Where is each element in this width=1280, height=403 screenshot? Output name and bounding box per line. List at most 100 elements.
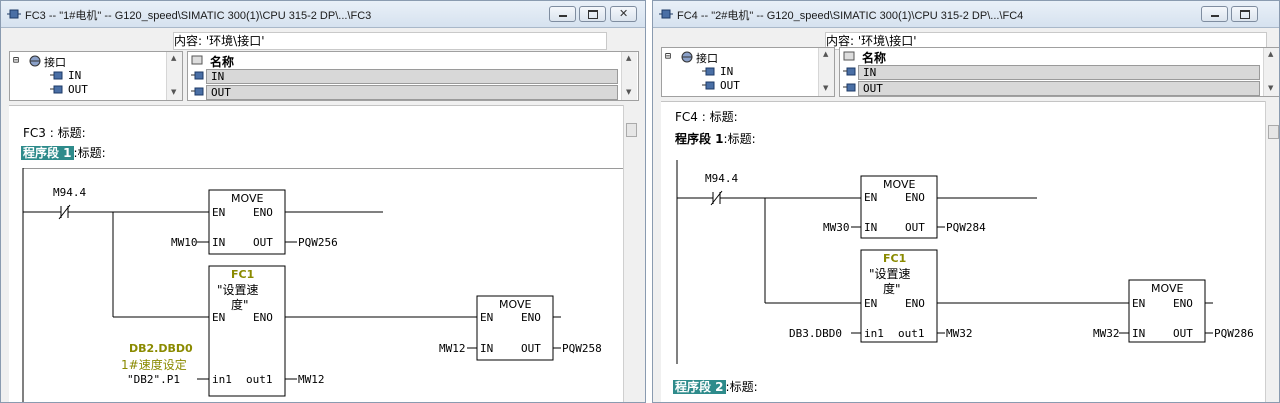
table-row-in[interactable]: IN bbox=[206, 69, 618, 84]
fc1-in-address[interactable]: DB3.DBD0 bbox=[789, 327, 842, 340]
window-title: FC3 -- "1#电机" -- G120_speed\SIMATIC 300(… bbox=[25, 10, 372, 22]
move2-name: MOVE bbox=[1151, 282, 1184, 295]
close-button[interactable]: ✕ bbox=[610, 6, 637, 22]
fc1-out: out1 bbox=[898, 327, 925, 340]
tree-expand-icon[interactable]: ⊟ bbox=[665, 51, 671, 62]
move1-in: IN bbox=[864, 221, 878, 234]
tree-scrollbar[interactable]: ▲ ▼ bbox=[166, 52, 182, 100]
table-scrollbar[interactable]: ▲ ▼ bbox=[1263, 48, 1279, 96]
interface-icon bbox=[29, 55, 41, 67]
tree-root-label[interactable]: 接口 bbox=[44, 54, 66, 70]
move2-in-value[interactable]: MW12 bbox=[439, 342, 466, 355]
fc1-in-address[interactable]: DB2.DBD0 bbox=[129, 342, 193, 355]
scrollbar-thumb[interactable] bbox=[1268, 125, 1279, 139]
move1-in-value[interactable]: MW30 bbox=[823, 221, 850, 234]
move1-out-value[interactable]: PQW256 bbox=[298, 236, 338, 249]
fc1-name: FC1 bbox=[231, 268, 255, 281]
table-scrollbar[interactable]: ▲ ▼ bbox=[621, 52, 637, 100]
row-in-icon bbox=[843, 67, 856, 76]
move2-out-value[interactable]: PQW286 bbox=[1214, 327, 1254, 340]
move1-out: OUT bbox=[253, 236, 273, 249]
tree-scrollbar[interactable]: ▲ ▼ bbox=[818, 48, 834, 96]
network-2-label[interactable]: 程序段 2:标题: bbox=[673, 378, 758, 395]
move1-en: EN bbox=[864, 191, 878, 204]
move1-in: IN bbox=[212, 236, 226, 249]
interface-tree[interactable]: ⊟ 接口 IN OUT ▲ ▼ bbox=[9, 51, 183, 101]
close-icon: ✕ bbox=[619, 7, 629, 20]
move2-out: OUT bbox=[1173, 327, 1193, 340]
row-out-icon bbox=[843, 83, 856, 92]
fc1-in-symbol[interactable]: "DB2".P1 bbox=[127, 373, 180, 386]
content-path-bar: 内容: '环境\接口' bbox=[173, 32, 607, 50]
fc1-in: in1 bbox=[212, 373, 232, 386]
row-out-icon bbox=[191, 87, 204, 96]
move2-in-value[interactable]: MW32 bbox=[1093, 327, 1120, 340]
fc1-eno: ENO bbox=[905, 297, 925, 310]
tree-expand-icon[interactable]: ⊟ bbox=[13, 55, 19, 66]
fc1-en: EN bbox=[864, 297, 878, 310]
row-in-icon bbox=[191, 71, 204, 80]
move2-eno: ENO bbox=[1173, 297, 1193, 310]
network-number: 程序段 2 bbox=[673, 380, 726, 394]
tree-item-out[interactable]: OUT bbox=[68, 83, 88, 96]
block-icon bbox=[659, 9, 673, 19]
move1-out-value[interactable]: PQW284 bbox=[946, 221, 986, 234]
fc1-out-value[interactable]: MW32 bbox=[946, 327, 973, 340]
maximize-button[interactable] bbox=[1231, 6, 1258, 22]
move2-out: OUT bbox=[521, 342, 541, 355]
block-icon bbox=[7, 9, 21, 19]
interface-tree[interactable]: ⊟ 接口 IN OUT ▲ ▼ bbox=[661, 47, 835, 97]
move2-eno: ENO bbox=[521, 311, 541, 324]
tree-item-out[interactable]: OUT bbox=[720, 79, 740, 92]
ladder-editor[interactable]: FC3 : 标题: 程序段 1:标题: M94.4 MOVE EN ENO I… bbox=[9, 105, 623, 402]
editor-scrollbar[interactable] bbox=[1265, 101, 1279, 402]
tree-item-in[interactable]: IN bbox=[720, 65, 733, 78]
fc1-en: EN bbox=[212, 311, 226, 324]
ladder-diagram bbox=[676, 160, 1213, 364]
right-editor-window: FC4 -- "2#电机" -- G120_speed\SIMATIC 300(… bbox=[652, 0, 1280, 403]
interface-icon bbox=[681, 51, 693, 63]
title-bar[interactable]: FC4 -- "2#电机" -- G120_speed\SIMATIC 300(… bbox=[653, 1, 1279, 28]
title-bar[interactable]: FC3 -- "1#电机" -- G120_speed\SIMATIC 300(… bbox=[1, 1, 645, 28]
interface-table[interactable]: 名称 IN OUT ▲ ▼ bbox=[839, 47, 1279, 97]
move1-eno: ENO bbox=[253, 206, 273, 219]
tree-root-label[interactable]: 接口 bbox=[696, 50, 718, 66]
move1-name: MOVE bbox=[231, 192, 264, 205]
maximize-button[interactable] bbox=[579, 6, 606, 22]
content-path-label: 内容: '环境\接口' bbox=[174, 34, 265, 48]
fc1-out: out1 bbox=[246, 373, 273, 386]
tree-item-in[interactable]: IN bbox=[68, 69, 81, 82]
contact-address[interactable]: M94.4 bbox=[53, 186, 86, 199]
fc1-desc-line2: 度" bbox=[883, 282, 901, 296]
fc1-desc-line2: 度" bbox=[231, 298, 249, 312]
table-row-out[interactable]: OUT bbox=[858, 81, 1260, 96]
move2-in: IN bbox=[480, 342, 494, 355]
ladder-diagram bbox=[22, 168, 561, 402]
fc1-out-value[interactable]: MW12 bbox=[298, 373, 325, 386]
column-header-name: 名称 bbox=[210, 55, 235, 69]
move2-out-value[interactable]: PQW258 bbox=[562, 342, 602, 355]
fc1-name: FC1 bbox=[883, 252, 907, 265]
move1-in-value[interactable]: MW10 bbox=[171, 236, 198, 249]
minimize-button[interactable] bbox=[1201, 6, 1228, 22]
move1-en: EN bbox=[212, 206, 226, 219]
window-title: FC4 -- "2#电机" -- G120_speed\SIMATIC 300(… bbox=[677, 10, 1024, 22]
in-param-icon bbox=[50, 71, 63, 80]
table-row-out[interactable]: OUT bbox=[206, 85, 618, 100]
content-path-label: 内容: '环境\接口' bbox=[826, 34, 917, 48]
minimize-button[interactable] bbox=[549, 6, 576, 22]
move1-eno: ENO bbox=[905, 191, 925, 204]
table-row-in[interactable]: IN bbox=[858, 65, 1260, 80]
contact-address[interactable]: M94.4 bbox=[705, 172, 738, 185]
out-param-icon bbox=[702, 81, 715, 90]
move1-name: MOVE bbox=[883, 178, 916, 191]
in-param-icon bbox=[702, 67, 715, 76]
scrollbar-thumb[interactable] bbox=[626, 123, 637, 137]
interface-table[interactable]: 名称 IN OUT ▲ ▼ bbox=[187, 51, 639, 101]
move2-in: IN bbox=[1132, 327, 1146, 340]
move2-en: EN bbox=[480, 311, 494, 324]
ladder-editor[interactable]: FC4 : 标题: 程序段 1:标题: M94.4 MOVE EN ENO IN… bbox=[661, 101, 1265, 402]
move2-en: EN bbox=[1132, 297, 1146, 310]
fc1-in: in1 bbox=[864, 327, 884, 340]
editor-scrollbar[interactable] bbox=[623, 105, 640, 402]
